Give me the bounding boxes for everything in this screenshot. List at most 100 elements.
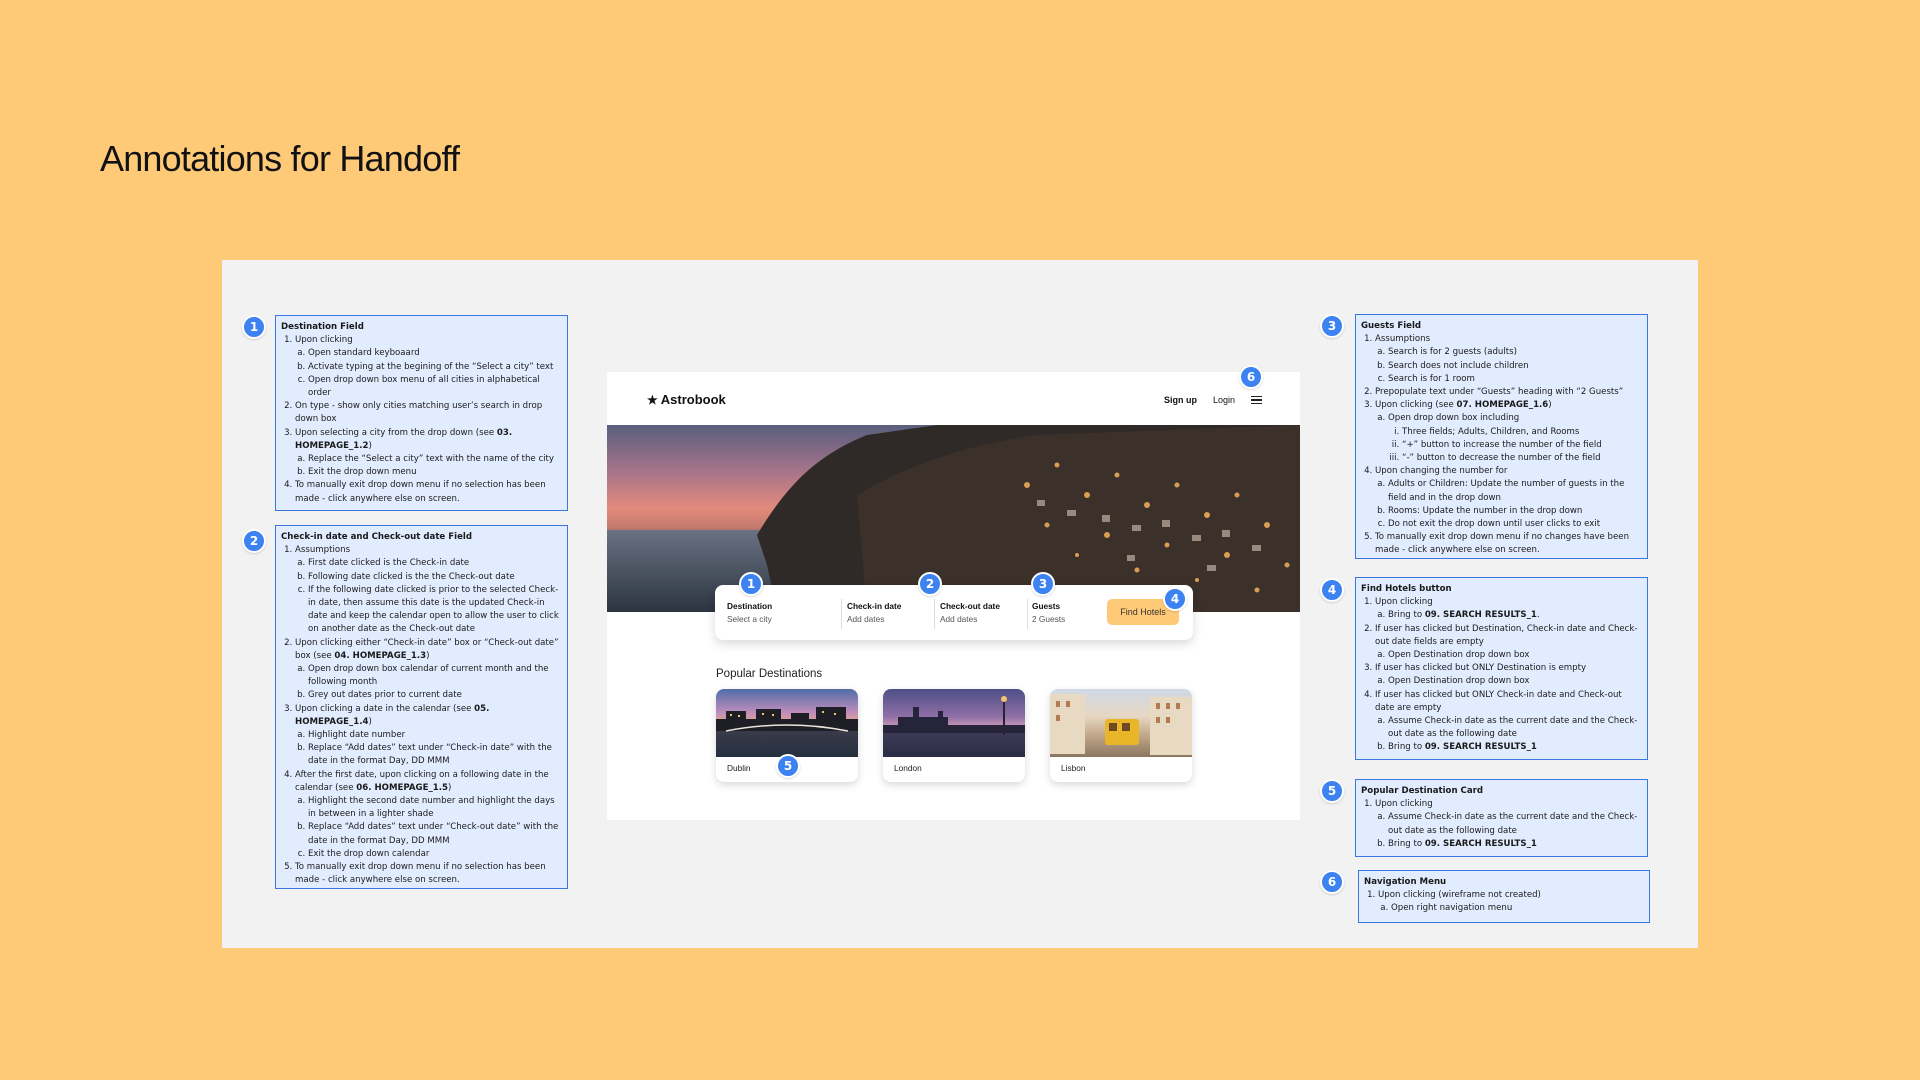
checkout-value: Add dates [940,614,978,624]
ann-item: Replace the “Select a city” text with th… [308,453,561,466]
ann-item: If user has clicked but ONLY Destination… [1375,663,1587,674]
annotation-badge-6: 6 [1320,870,1344,894]
annotation-destination-field: Destination Field Upon clicking Open sta… [275,315,568,511]
ann-item: ) [448,782,452,793]
destination-field[interactable]: Destination Select a city [727,601,772,624]
destination-card-lisbon[interactable]: Lisbon [1050,689,1192,782]
annotation-title: Navigation Menu [1364,877,1447,887]
ann-item: Upon changing the number for [1375,466,1508,477]
annotation-badge-6: 6 [1239,365,1263,389]
lisbon-image [1050,689,1192,757]
annotation-find-hotels-button: Find Hotels button Upon clicking Bring t… [1355,577,1648,760]
signup-link[interactable]: Sign up [1164,395,1197,405]
ann-item: Open Destination drop down box [1388,675,1641,688]
ann-item: Highlight date number [308,729,561,742]
london-image [883,689,1025,757]
hero-image [607,425,1300,612]
ann-item: To manually exit drop down menu if no se… [295,861,561,887]
guests-label: Guests [1032,601,1061,611]
annotation-badge-4: 4 [1163,587,1187,611]
search-bar: Destination Select a city Check-in date … [715,585,1193,640]
logo-text: Astrobook [660,392,726,407]
destination-card-london[interactable]: London [883,689,1025,782]
annotation-title: Popular Destination Card [1361,786,1484,796]
login-link[interactable]: Login [1213,395,1235,405]
ann-item: Open standard keyboaard [308,347,561,360]
ann-item: Replace “Add dates” text under “Check-in… [308,742,561,768]
checkout-label: Check-out date [940,601,1000,611]
ann-item: Activate typing at the begining of the “… [308,361,561,374]
ann-item: ) [368,716,372,727]
ann-item: First date clicked is the Check-in date [308,557,561,570]
ann-item: Upon clicking [1375,799,1433,810]
ann-item: . [1536,610,1540,621]
checkout-field[interactable]: Check-out date Add dates [940,601,1000,624]
annotation-title: Check-in date and Check-out date Field [281,532,472,542]
ann-item: Open drop down box including [1388,413,1520,424]
guests-value: 2 Guests [1032,614,1066,624]
guests-field[interactable]: Guests 2 Guests [1032,601,1065,624]
annotation-badge-5: 5 [776,754,800,778]
ann-item: Exit the drop down menu [308,466,561,479]
annotation-dates-field: Check-in date and Check-out date Field A… [275,525,568,889]
ann-item: Prepopulate text under “Guests” heading … [1375,386,1641,399]
ann-item: Three fields; Adults, Children, and Room… [1402,426,1641,439]
ann-item: Search is for 2 guests (adults) [1388,346,1641,359]
ann-ref: 09. SEARCH RESULTS_1 [1424,610,1537,621]
annotation-navigation-menu: Navigation Menu Upon clicking (wireframe… [1358,870,1650,923]
logo[interactable]: ★ Astrobook [647,392,726,407]
ann-ref: 09. SEARCH RESULTS_1 [1424,742,1537,753]
ann-item: Search does not include children [1388,360,1641,373]
wireframe-homepage: ★ Astrobook Sign up Login Destination Se… [607,372,1300,820]
ann-item: Replace “Add dates” text under “Check-ou… [308,821,561,847]
ann-item: Rooms: Update the number in the drop dow… [1388,505,1641,518]
ann-item: If the following date clicked is prior t… [308,584,561,637]
top-nav: Sign up Login [1164,395,1262,405]
checkin-field[interactable]: Check-in date Add dates [847,601,901,624]
destination-value: Select a city [727,614,772,624]
ann-item: Upon clicking a date in the calendar (se… [295,703,475,714]
ann-ref: 06. HOMEPAGE_1.5 [356,782,448,793]
ann-item: ) [368,440,372,451]
ann-ref: 07. HOMEPAGE_1.6 [1456,400,1549,411]
ann-item: Following date clicked is the the Check-… [308,571,561,584]
annotation-badge-1: 1 [739,572,763,596]
ann-item: “+” button to increase the number of the… [1402,439,1641,452]
annotation-badge-1: 1 [242,315,266,339]
annotation-badge-2: 2 [242,529,266,553]
ann-item: Adults or Children: Update the number of… [1388,478,1641,504]
ann-item: Bring to [1388,742,1425,753]
ann-item: Upon clicking (see [1375,400,1457,411]
ann-item: Upon clicking (wireframe not created) [1378,890,1541,901]
ann-item: Open drop down box calendar of current m… [308,663,561,689]
ann-item: Highlight the second date number and hig… [308,795,561,821]
ann-item: Grey out dates prior to current date [308,689,561,702]
annotation-title: Guests Field [1361,321,1422,331]
ann-item: To manually exit drop down menu if no ch… [1375,531,1641,557]
annotation-badge-2: 2 [918,572,942,596]
ann-item: Assumptions [295,545,351,556]
ann-item: Bring to [1388,838,1425,849]
annotation-guests-field: Guests Field Assumptions Search is for 2… [1355,314,1648,559]
destination-name: Lisbon [1061,763,1086,773]
ann-item: If user has clicked but ONLY Check-in da… [1375,689,1622,713]
ann-item: Assumptions [1375,334,1431,345]
ann-item: Bring to [1388,610,1425,621]
divider [934,599,935,629]
ann-item: Open Destination drop down box [1388,649,1641,662]
dublin-image [716,689,858,757]
annotation-badge-3: 3 [1320,314,1344,338]
ann-item: Upon selecting a city from the drop down… [295,427,497,438]
ann-item: Do not exit the drop down until user cli… [1388,518,1641,531]
ann-ref: 09. SEARCH RESULTS_1 [1424,838,1537,849]
popular-destinations-title: Popular Destinations [716,668,823,680]
ann-item: “-” button to decrease the number of the… [1402,452,1641,465]
destination-label: Destination [727,601,773,611]
annotation-popular-destination-card: Popular Destination Card Upon clicking A… [1355,779,1648,857]
hamburger-menu-icon[interactable] [1251,396,1262,404]
ann-item: Exit the drop down calendar [308,848,561,861]
star-icon: ★ [647,392,658,407]
divider [1027,599,1028,629]
ann-ref: 04. HOMEPAGE_1.3 [334,650,427,661]
annotation-title: Find Hotels button [1361,584,1452,594]
